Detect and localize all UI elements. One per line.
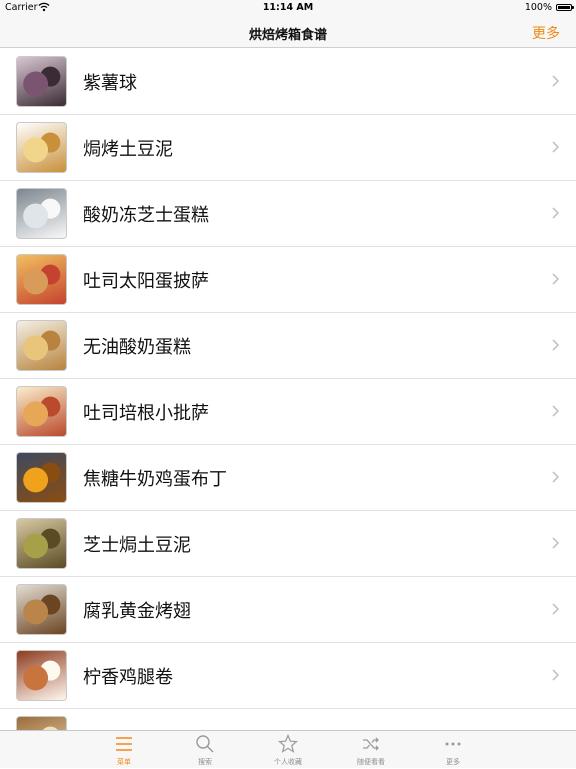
more-button[interactable]: 更多 <box>532 23 560 43</box>
recipe-row[interactable]: 吐司太阳蛋披萨 <box>0 247 576 313</box>
tab-label: 个人收藏 <box>274 758 302 766</box>
recipe-row[interactable]: 腐乳黄金烤翅 <box>0 577 576 643</box>
chevron-right-icon <box>552 537 560 549</box>
recipe-thumbnail <box>16 122 67 173</box>
recipe-title: 紫薯球 <box>83 73 137 94</box>
recipe-title: 无油酸奶蛋糕 <box>83 337 191 358</box>
recipe-title: 吐司太阳蛋披萨 <box>83 271 209 292</box>
recipe-title: 吐司培根小批萨 <box>83 403 209 424</box>
recipe-row[interactable]: 焗烤土豆泥 <box>0 115 576 181</box>
recipe-row[interactable]: 柠香鸡腿卷 <box>0 643 576 709</box>
chevron-right-icon <box>552 405 560 417</box>
recipe-title: 酸奶冻芝士蛋糕 <box>83 205 209 226</box>
status-bar: Carrier 11:14 AM 100% <box>0 0 576 16</box>
recipe-title: 焗烤土豆泥 <box>83 139 173 160</box>
status-time: 11:14 AM <box>262 2 314 13</box>
more-icon <box>445 742 461 746</box>
recipe-thumbnail <box>16 320 67 371</box>
chevron-right-icon <box>552 471 560 483</box>
recipe-thumbnail <box>16 584 67 635</box>
recipe-title: 腐乳黄金烤翅 <box>83 601 191 622</box>
tab-search[interactable]: 搜索 <box>165 731 245 769</box>
tab-star[interactable]: 个人收藏 <box>248 731 328 769</box>
tab-label: 菜单 <box>117 758 131 766</box>
battery-icon <box>556 4 574 11</box>
recipe-title: 柠香鸡腿卷 <box>83 667 173 688</box>
tab-label: 更多 <box>446 758 460 766</box>
tab-label: 随便看看 <box>357 758 385 766</box>
battery-percentage: 100% <box>524 2 552 13</box>
star-icon <box>278 734 298 753</box>
shuffle-icon <box>363 737 379 751</box>
chevron-right-icon <box>552 141 560 153</box>
chevron-right-icon <box>552 339 560 351</box>
recipe-row[interactable]: 吐司培根小批萨 <box>0 379 576 445</box>
menu-icon <box>116 737 132 751</box>
chevron-right-icon <box>552 603 560 615</box>
search-icon <box>196 735 214 753</box>
recipe-thumbnail <box>16 386 67 437</box>
recipe-list[interactable]: 紫薯球焗烤土豆泥酸奶冻芝士蛋糕 吐司太阳蛋披萨 无油酸奶蛋糕 吐司培根小批萨 焦糖牛奶鸡… <box>0 49 576 730</box>
recipe-row[interactable]: 芝士焗土豆泥 <box>0 511 576 577</box>
recipe-thumbnail <box>16 452 67 503</box>
recipe-row[interactable]: 紫薯球 <box>0 49 576 115</box>
chevron-right-icon <box>552 273 560 285</box>
recipe-row[interactable]: 焦糖牛奶鸡蛋布丁 <box>0 445 576 511</box>
recipe-thumbnail <box>16 650 67 701</box>
chevron-right-icon <box>552 669 560 681</box>
recipe-title: 焦糖牛奶鸡蛋布丁 <box>83 469 227 490</box>
recipe-thumbnail <box>16 716 67 730</box>
recipe-row[interactable]: 酸奶冻芝士蛋糕 <box>0 181 576 247</box>
navigation-bar: 烘焙烤箱食谱 更多 <box>0 16 576 48</box>
chevron-right-icon <box>552 75 560 87</box>
recipe-thumbnail <box>16 188 67 239</box>
recipe-thumbnail <box>16 254 67 305</box>
tab-more[interactable]: 更多 <box>413 731 493 769</box>
recipe-thumbnail <box>16 56 67 107</box>
tab-shuffle[interactable]: 随便看看 <box>331 731 411 769</box>
tab-label: 搜索 <box>198 758 212 766</box>
tab-bar: 菜单 搜索 个人收藏 随便看看 更多 <box>0 730 576 768</box>
recipe-title: 芝士焗土豆泥 <box>83 535 191 556</box>
chevron-right-icon <box>552 207 560 219</box>
recipe-row[interactable]: 无油酸奶蛋糕 <box>0 313 576 379</box>
recipe-row[interactable] <box>0 709 576 730</box>
tab-menu[interactable]: 菜单 <box>84 731 164 769</box>
recipe-thumbnail <box>16 518 67 569</box>
page-title: 烘焙烤箱食谱 <box>248 28 327 43</box>
